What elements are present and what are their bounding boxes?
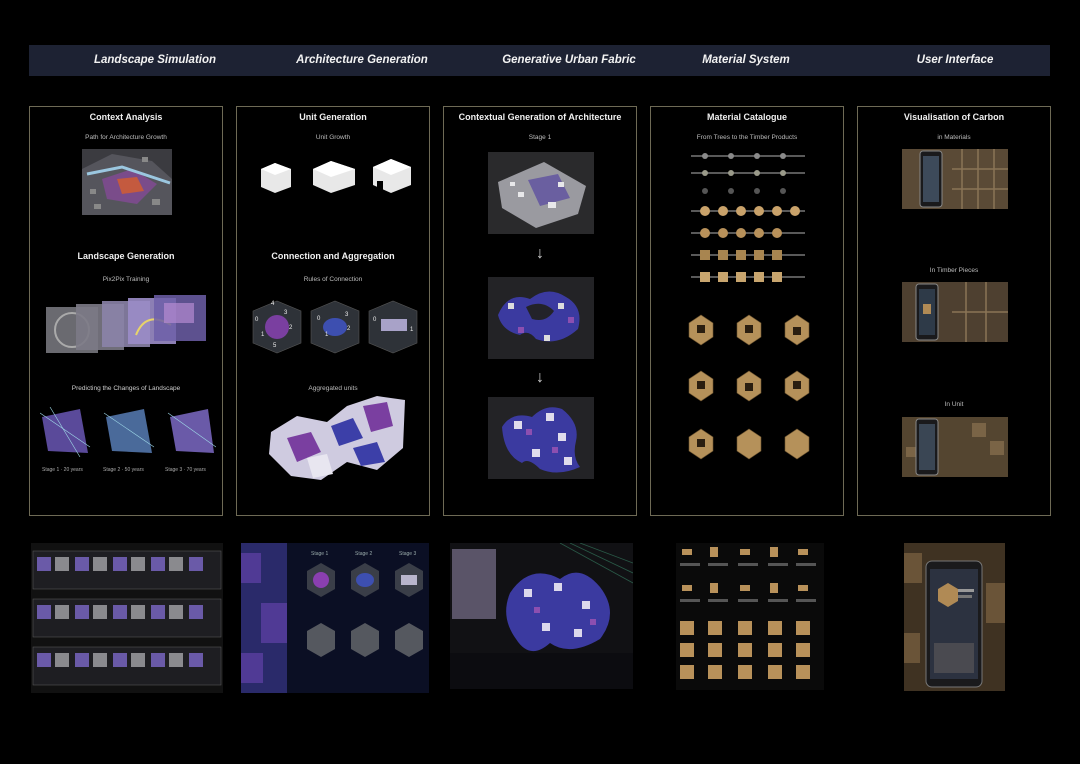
unit-growth-blocks	[255, 159, 415, 195]
header-bar: Landscape Simulation Architecture Genera…	[29, 45, 1050, 76]
landscape-prediction-maps	[40, 407, 216, 457]
arch-thumb-label-1: Stage 1	[311, 551, 329, 557]
context-analysis-subtitle: Path for Architecture Growth	[85, 134, 167, 141]
urban-growth-stage-a	[488, 277, 594, 359]
header-landscape-simulation: Landscape Simulation	[93, 54, 217, 66]
conn-label-1: 1	[261, 332, 265, 338]
conn-b-label-2: 2	[347, 326, 351, 332]
landscape-dataset-thumbnail	[31, 543, 223, 693]
landscape-generation-title: Landscape Generation	[77, 251, 175, 261]
phone-ar-timber-image	[902, 282, 1008, 342]
urban-site-model	[488, 152, 594, 234]
down-arrow-icon: ↓	[536, 245, 544, 262]
material-catalogue-title: Material Catalogue	[706, 112, 788, 122]
rules-of-connection-subtitle: Rules of Connection	[303, 276, 363, 283]
conn-b-label-0: 0	[317, 316, 321, 322]
predicting-changes-title: Predicting the Changes of Landscape	[71, 385, 181, 392]
timber-product-tree	[691, 151, 805, 283]
unit-growth-subtitle: Unit Growth	[315, 134, 351, 141]
architecture-units-thumbnail: Stage 1 Stage 2 Stage 3	[241, 543, 429, 693]
conn-label-3: 3	[284, 310, 288, 316]
panel-material-system: Material Catalogue From Trees to the Tim…	[650, 106, 844, 516]
in-unit-label: In Unit	[944, 401, 964, 408]
conn-label-0: 0	[255, 317, 259, 323]
contextual-generation-title: Contextual Generation of Architecture	[458, 112, 622, 122]
arch-thumb-label-2: Stage 2	[355, 551, 373, 557]
in-materials-label: in Materials	[937, 134, 971, 141]
urban-fabric-thumbnail	[450, 543, 633, 689]
connection-aggregation-title: Connection and Aggregation	[271, 251, 395, 261]
phone-ar-materials-image	[902, 149, 1008, 209]
unit-generation-title: Unit Generation	[299, 112, 367, 122]
panel-user-interface: Visualisation of Carbon in Materials In …	[857, 106, 1051, 516]
panel-architecture-generation: Unit Generation Unit Growth Connection a…	[236, 106, 430, 516]
user-interface-thumbnail	[904, 543, 1005, 691]
phone-ar-unit-image	[902, 417, 1008, 477]
arch-thumb-label-3: Stage 3	[399, 551, 417, 557]
conn-label-4: 4	[271, 301, 275, 307]
timber-unit-catalogue	[685, 313, 815, 489]
panel-generative-urban-fabric: Contextual Generation of Architecture St…	[443, 106, 637, 516]
context-analysis-title: Context Analysis	[89, 112, 163, 122]
conn-label-2: 2	[289, 325, 293, 331]
conn-c-label-0: 0	[373, 317, 377, 323]
urban-growth-stage-b	[488, 397, 594, 479]
aggregated-units-subtitle: Aggregated units	[308, 385, 358, 392]
header-material-system: Material System	[702, 54, 790, 66]
stage-3-caption: Stage 3 · 70 years	[165, 467, 206, 473]
header-user-interface: User Interface	[916, 54, 994, 66]
conn-b-label-1: 1	[325, 332, 329, 338]
aggregated-units-image	[267, 392, 407, 484]
header-architecture-generation: Architecture Generation	[296, 54, 428, 66]
stage-2-caption: Stage 2 · 50 years	[103, 467, 144, 473]
conn-b-label-3: 3	[345, 312, 349, 318]
pix2pix-training-subtitle: Pix2Pix Training	[102, 276, 150, 283]
down-arrow-icon: ↓	[536, 369, 544, 386]
trees-to-timber-subtitle: From Trees to the Timber Products	[696, 134, 798, 141]
conn-label-5: 5	[273, 343, 277, 349]
visualisation-carbon-title: Visualisation of Carbon	[903, 112, 1005, 122]
header-generative-urban-fabric: Generative Urban Fabric	[502, 54, 636, 66]
stage-1-caption: Stage 1 · 20 years	[42, 467, 83, 473]
context-map-image	[82, 149, 172, 215]
material-catalogue-thumbnail	[676, 543, 824, 690]
panel-landscape-simulation: Context Analysis Path for Architecture G…	[29, 106, 223, 516]
stage-1-subtitle: Stage 1	[528, 134, 552, 141]
pix2pix-training-stack	[46, 295, 210, 357]
conn-c-label-1: 1	[410, 327, 414, 333]
in-timber-pieces-label: In Timber Pieces	[929, 267, 979, 274]
